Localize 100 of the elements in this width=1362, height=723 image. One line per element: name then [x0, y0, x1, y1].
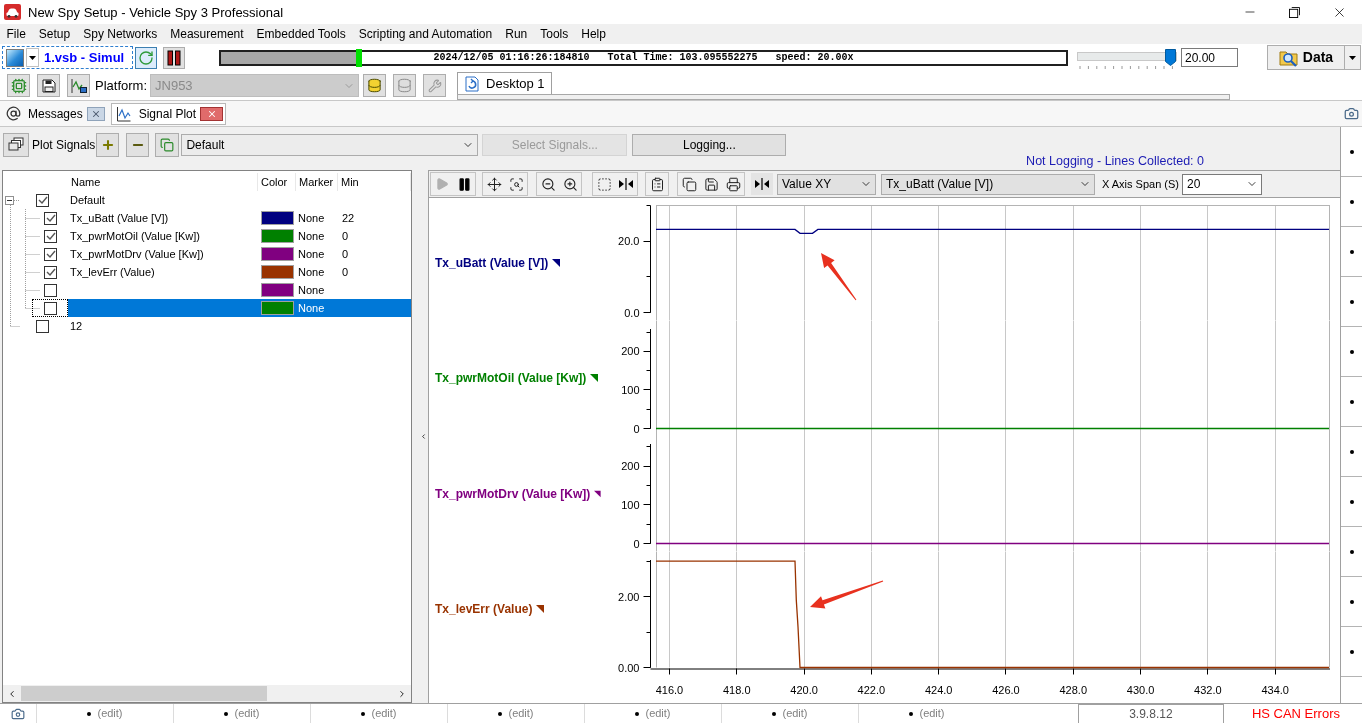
signal-row[interactable]: None	[68, 281, 411, 299]
edit-link[interactable]: (edit)	[919, 705, 945, 722]
x-axis-span-label: X Axis Span (S)	[1102, 176, 1180, 192]
edit-link[interactable]: (edit)	[234, 705, 260, 722]
move-icon	[486, 176, 502, 192]
marker-text: None	[298, 302, 325, 314]
menu-item[interactable]: Scripting and Automation	[352, 28, 499, 40]
tick-label: 416.0	[655, 683, 684, 695]
slider-thumb[interactable]	[1165, 49, 1176, 66]
span-dropdown[interactable]: 20	[1182, 173, 1263, 195]
close-icon	[206, 108, 217, 119]
menu-item[interactable]: Setup	[32, 28, 77, 40]
scroll-right-icon[interactable]	[397, 688, 407, 699]
menu-item[interactable]: File	[0, 28, 33, 40]
tick-label: 0	[633, 422, 640, 434]
plot-signals-button[interactable]: Plot Signals	[3, 133, 96, 157]
marker-text: None	[298, 230, 325, 242]
menu-item[interactable]: Help	[574, 28, 613, 40]
playback-progress-bar[interactable]: 2024/12/05 01:16:26:184810 Total Time: 103.095552275 speed: 20.00x	[219, 49, 1068, 66]
checkbox[interactable]	[36, 193, 49, 207]
menu-item[interactable]: Tools	[533, 28, 575, 40]
column-header[interactable]: Color	[261, 173, 288, 191]
checkbox[interactable]	[44, 229, 57, 243]
signal-row[interactable]: None	[68, 299, 411, 317]
edit-link[interactable]: (edit)	[371, 705, 397, 722]
camera-icon[interactable]	[1344, 106, 1359, 121]
pause-icon	[456, 176, 472, 192]
hardware-button[interactable]	[7, 74, 30, 97]
caret-icon	[29, 55, 36, 60]
triangle-icon	[552, 258, 561, 267]
edit-link[interactable]: (edit)	[782, 705, 808, 722]
edit-link[interactable]: (edit)	[645, 705, 671, 722]
checkbox[interactable]	[44, 283, 57, 297]
triangle-icon	[594, 489, 601, 498]
camera-icon[interactable]	[11, 706, 25, 721]
menu-item[interactable]: Embedded Tools	[250, 28, 353, 40]
signal-row[interactable]: Tx_pwrMotOil (Value [Kw]) None 0	[68, 227, 411, 245]
axis-title: Tx_pwrMotOil (Value [Kw])	[435, 370, 587, 388]
edit-link[interactable]: (edit)	[508, 705, 534, 722]
refresh-button[interactable]	[135, 46, 157, 69]
scrollbar-thumb[interactable]	[21, 686, 267, 701]
checkbox[interactable]	[44, 265, 57, 279]
signal-row[interactable]: 12	[68, 317, 411, 335]
edit-link[interactable]: (edit)	[97, 705, 123, 722]
column-header[interactable]: Name	[71, 173, 101, 191]
logging-button[interactable]: Logging...	[632, 134, 787, 156]
setup-file-selector[interactable]: 1.vsb - Simul	[2, 46, 133, 69]
close-tab-button[interactable]	[86, 106, 105, 121]
plot-button[interactable]	[67, 74, 90, 97]
close-tab-button[interactable]	[200, 106, 224, 121]
playback-position-handle[interactable]	[355, 48, 362, 67]
group-dropdown[interactable]: Default	[181, 134, 479, 156]
checkbox[interactable]	[36, 319, 49, 333]
view-tab[interactable]: Messages	[2, 102, 108, 125]
tick-label: 100	[621, 498, 640, 511]
marker-text: None	[298, 248, 325, 260]
at-sign-icon	[6, 106, 21, 121]
pause-button[interactable]	[163, 46, 185, 69]
data-button[interactable]: Data	[1267, 45, 1345, 70]
collapse-icon[interactable]	[5, 195, 14, 205]
database-button[interactable]	[363, 74, 386, 97]
add-signal-button[interactable]	[96, 133, 120, 157]
pause-icon	[167, 49, 181, 66]
dashed-square-icon	[596, 176, 612, 192]
checkbox[interactable]	[44, 247, 57, 261]
storage-button[interactable]	[37, 74, 60, 97]
column-header[interactable]: Marker	[299, 173, 334, 191]
tick-label: 0.0	[624, 306, 640, 319]
tick-label: 432.0	[1194, 683, 1222, 695]
data-menu-button[interactable]	[1345, 45, 1361, 70]
view-tab[interactable]: Signal Plot	[110, 102, 227, 125]
split-cursor-icon	[618, 178, 634, 190]
column-header[interactable]: Min	[341, 173, 359, 191]
folder-search-icon	[1278, 48, 1299, 67]
annotation-arrow-icon	[821, 253, 857, 301]
signal-row[interactable]: Tx_levErr (Value) None 0	[68, 263, 411, 281]
platform-label: Platform:	[95, 76, 147, 95]
desktop-tab[interactable]: Desktop 1	[457, 72, 552, 94]
signal-name: 12	[70, 320, 83, 332]
total-time-text: Total Time: 103.095552275	[607, 52, 758, 63]
save-icon	[703, 176, 719, 192]
menu-item[interactable]: Measurement	[163, 28, 251, 40]
menu-item[interactable]: Spy Networks	[76, 28, 164, 40]
tick-label: 200	[621, 460, 640, 473]
speed-input[interactable]: 20.00	[1181, 48, 1238, 67]
tick-label: 2.00	[618, 590, 640, 603]
signal-dropdown[interactable]: Tx_uBatt (Value [V])	[881, 173, 1095, 195]
signal-row[interactable]: Tx_pwrMotDrv (Value [Kw]) None 0	[68, 245, 411, 263]
tick-label: 430.0	[1126, 683, 1155, 695]
signal-row[interactable]: Tx_uBatt (Value [V]) None 22	[68, 209, 411, 227]
checkbox[interactable]	[44, 301, 57, 315]
clipboard-icon	[649, 176, 665, 192]
signal-row[interactable]: Default	[68, 191, 411, 209]
cursor-split-button[interactable]	[751, 173, 773, 195]
checkbox[interactable]	[44, 211, 57, 225]
menu-item[interactable]: Run	[498, 28, 534, 40]
mode-dropdown[interactable]: Value XY	[777, 173, 876, 195]
copy-button[interactable]	[155, 133, 180, 157]
scroll-left-icon[interactable]	[7, 688, 17, 699]
remove-signal-button[interactable]	[126, 133, 150, 157]
